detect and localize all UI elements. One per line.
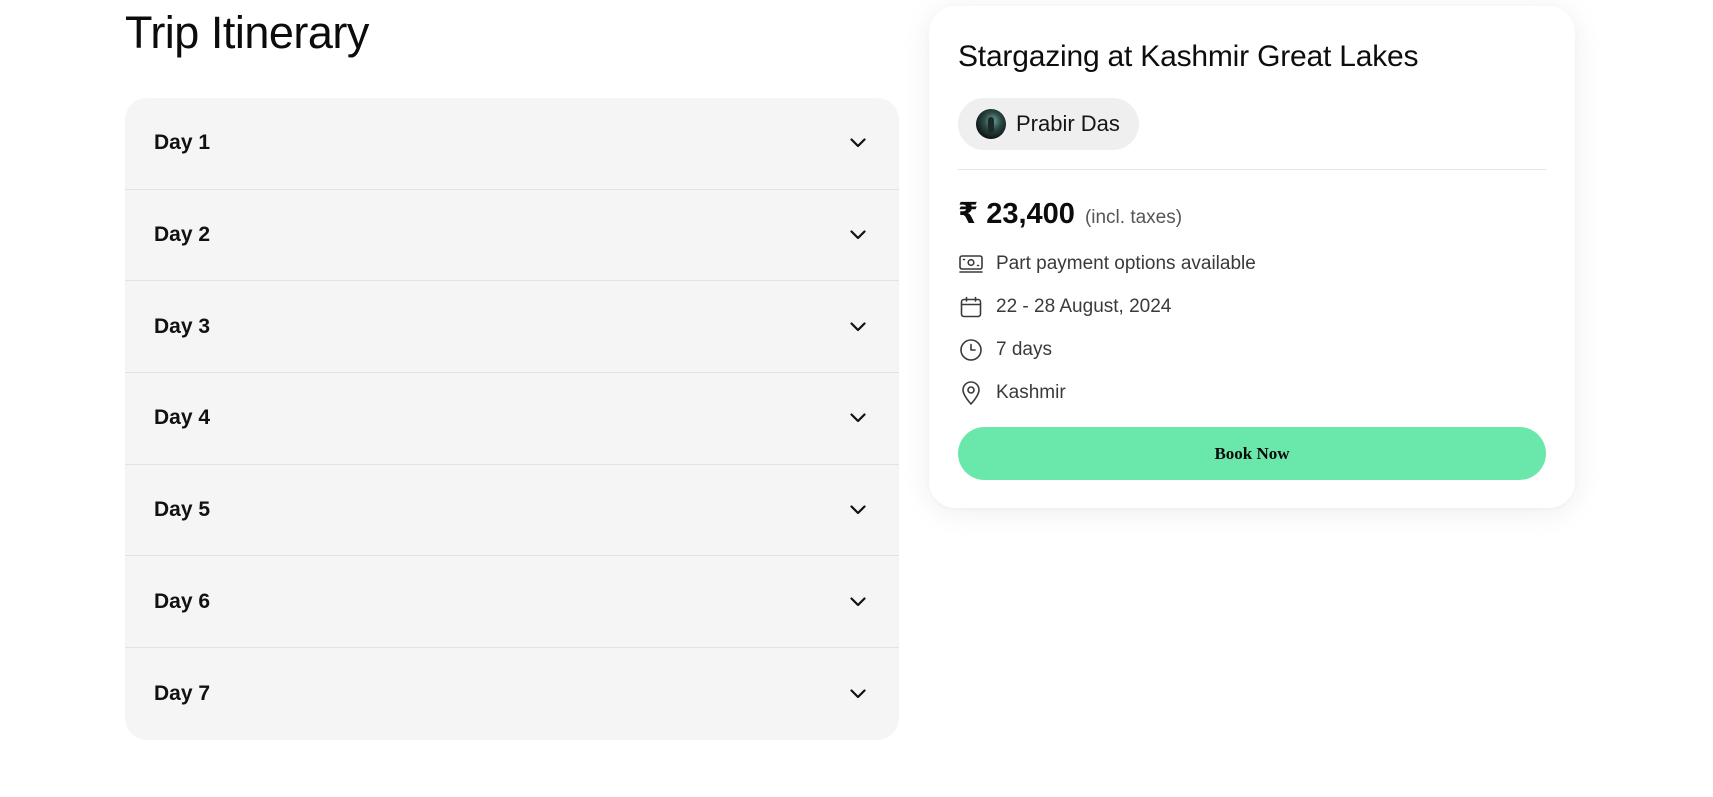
accordion-item-day-6[interactable]: Day 6 [125,556,899,649]
host-name: Prabir Das [1016,111,1120,136]
chevron-down-icon [849,593,867,611]
accordion-item-label: Day 2 [154,223,211,247]
divider [958,169,1546,170]
itinerary-accordion: Day 1 Day 2 Day 3 Day 4 Day 5 Day 6 Day … [125,98,899,740]
accordion-item-day-3[interactable]: Day 3 [125,281,899,374]
chevron-down-icon [849,318,867,336]
accordion-item-label: Day 1 [154,131,211,155]
book-now-button[interactable]: Book Now [958,427,1546,480]
accordion-item-day-5[interactable]: Day 5 [125,465,899,557]
accordion-item-label: Day 7 [154,681,211,705]
itinerary-title: Trip Itinerary [125,7,369,58]
clock-icon [958,337,984,363]
money-icon [958,251,984,277]
price-amount: ₹ 23,400 [958,198,1075,230]
price-note: (incl. taxes) [1084,207,1183,228]
chevron-down-icon [849,409,867,427]
info-row-dates: 22 - 28 August, 2024 [958,294,1171,320]
info-row-location: Kashmir [958,380,1066,406]
accordion-item-day-1[interactable]: Day 1 [125,98,899,190]
accordion-item-label: Day 4 [154,406,211,430]
info-row-part-payment: Part payment options available [958,251,1256,277]
avatar [976,109,1006,139]
accordion-item-day-2[interactable]: Day 2 [125,190,899,282]
accordion-item-day-4[interactable]: Day 4 [125,373,899,465]
host-chip[interactable]: Prabir Das [958,98,1139,150]
info-text: Part payment options available [996,253,1256,274]
page: Trip Itinerary Day 1 Day 2 Day 3 Day 4 D… [0,0,1713,797]
accordion-item-label: Day 5 [154,498,211,522]
price-row: ₹ 23,400 (incl. taxes) [958,196,1182,231]
location-pin-icon [958,380,984,406]
info-row-duration: 7 days [958,337,1052,363]
info-text: Kashmir [996,382,1066,403]
info-text: 22 - 28 August, 2024 [996,296,1172,317]
trip-title: Stargazing at Kashmir Great Lakes [958,40,1419,73]
accordion-item-label: Day 6 [154,589,211,613]
booking-card: Stargazing at Kashmir Great Lakes Prabir… [929,6,1575,508]
info-text: 7 days [996,339,1052,360]
chevron-down-icon [849,226,867,244]
calendar-icon [958,294,984,320]
chevron-down-icon [849,134,867,152]
accordion-item-label: Day 3 [154,314,211,338]
chevron-down-icon [849,501,867,519]
accordion-item-day-7[interactable]: Day 7 [125,648,899,740]
chevron-down-icon [849,685,867,703]
